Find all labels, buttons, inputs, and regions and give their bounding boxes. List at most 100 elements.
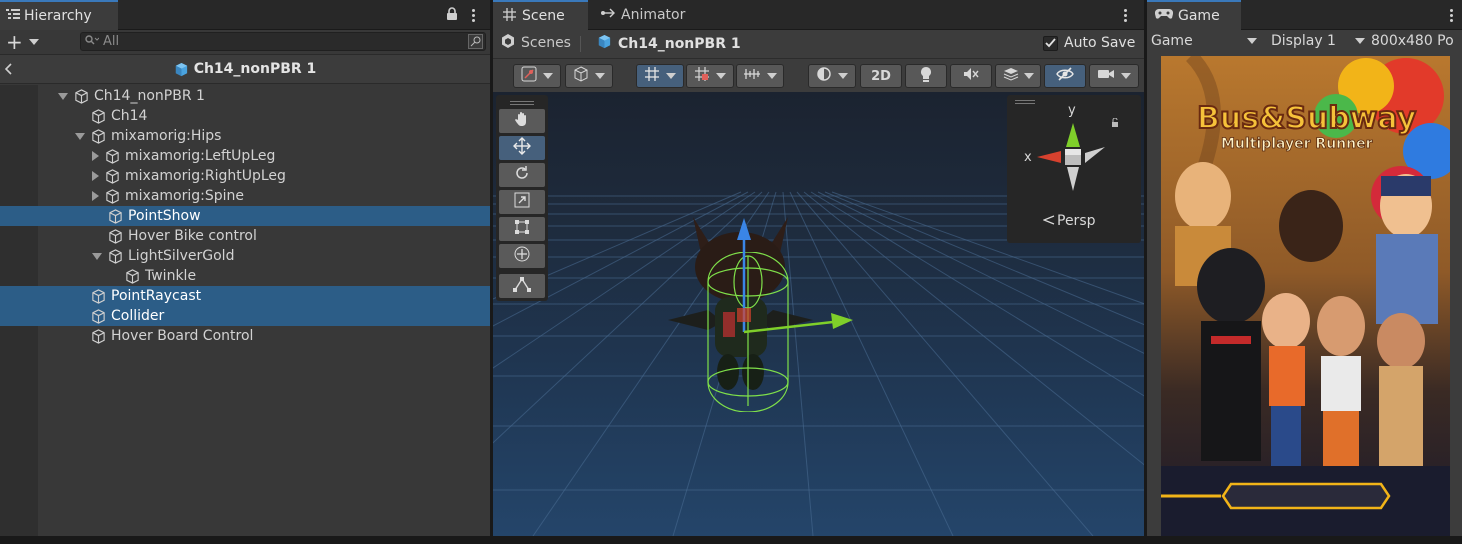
hierarchy-panel: Hierarchy + All Ch14_nonPBR 1 Ch14_nonPB… <box>0 0 490 536</box>
chevron-down-icon <box>1247 38 1257 44</box>
chevron-down-icon <box>1121 73 1131 79</box>
auto-save-checkbox[interactable] <box>1043 35 1058 51</box>
game-tabbar: Game <box>1147 0 1462 30</box>
chevron-down-icon <box>838 73 848 79</box>
tab-game-label: Game <box>1178 8 1220 24</box>
breadcrumb-scenes-label: Scenes <box>521 35 571 51</box>
hand-tool-button[interactable] <box>499 109 545 133</box>
hierarchy-item[interactable]: Collider <box>0 306 490 326</box>
toggle-2d-button[interactable]: 2D <box>860 64 902 88</box>
tab-scene[interactable]: Scene <box>493 0 588 30</box>
ruler-button[interactable] <box>736 64 784 88</box>
grid-snap-button[interactable] <box>636 64 684 88</box>
plus-icon: + <box>6 30 23 54</box>
render-mode-button[interactable] <box>565 64 613 88</box>
bulb-icon <box>919 66 933 86</box>
back-chevron-icon[interactable] <box>4 63 13 79</box>
lock-icon[interactable] <box>446 7 458 25</box>
more-options-icon[interactable] <box>1449 9 1453 22</box>
move-tool-button[interactable] <box>499 136 545 160</box>
hierarchy-item[interactable]: Hover Board Control <box>0 326 490 346</box>
prefab-breadcrumb: Ch14_nonPBR 1 <box>0 54 490 84</box>
search-by-type-icon[interactable] <box>468 34 483 53</box>
draw-mode-button[interactable] <box>513 64 561 88</box>
camera-button[interactable] <box>1089 64 1139 88</box>
hierarchy-tabbar: Hierarchy <box>0 0 490 30</box>
display-select[interactable]: Display 1 <box>1271 33 1365 49</box>
eye-slash-icon <box>1056 67 1074 85</box>
expand-arrow-icon[interactable] <box>92 191 99 201</box>
breadcrumb-prefab-label: Ch14_nonPBR 1 <box>618 35 741 52</box>
hierarchy-item[interactable]: PointRaycast <box>0 286 490 306</box>
hierarchy-item-label: PointRaycast <box>111 288 202 304</box>
hierarchy-item[interactable]: mixamorig:Spine <box>0 186 490 206</box>
hierarchy-item[interactable]: Ch14_nonPBR 1 <box>0 86 490 106</box>
light-toggle-button[interactable] <box>905 64 947 88</box>
hierarchy-item[interactable]: mixamorig:Hips <box>0 126 490 146</box>
transform-tool-button[interactable] <box>499 244 545 268</box>
game-subtitle: Multiplayer Runner <box>1221 136 1373 152</box>
tab-hierarchy[interactable]: Hierarchy <box>0 0 118 30</box>
gamepad-icon <box>1154 8 1174 24</box>
game-title: Bus&Subway <box>1197 101 1417 136</box>
hierarchy-item[interactable]: mixamorig:RightUpLeg <box>0 166 490 186</box>
gameobject-cube-icon <box>91 288 106 304</box>
shaded-cube-icon <box>573 66 589 86</box>
gizmo-axes <box>1037 123 1105 191</box>
scene-panel: Scene Animator Scenes Ch14_nonPBR 1 Auto… <box>493 0 1144 536</box>
hierarchy-item[interactable]: Hover Bike control <box>0 226 490 246</box>
sphere-icon <box>816 66 832 86</box>
snap-increment-button[interactable] <box>686 64 734 88</box>
hierarchy-item-label: Ch14_nonPBR 1 <box>94 88 205 104</box>
game-mode-select[interactable]: Game <box>1151 33 1257 49</box>
collapse-arrow-icon[interactable] <box>75 132 85 140</box>
move-gizmo[interactable] <box>713 212 863 342</box>
game-view[interactable]: Bus&Subway Multiplayer Runner <box>1161 56 1450 536</box>
effects-button[interactable] <box>995 64 1041 88</box>
hidden-objects-button[interactable] <box>1044 64 1086 88</box>
hierarchy-item[interactable]: Ch14 <box>0 106 490 126</box>
expand-arrow-icon[interactable] <box>92 171 99 181</box>
audio-toggle-button[interactable] <box>950 64 992 88</box>
rotate-tool-button[interactable] <box>499 163 545 187</box>
collapse-arrow-icon[interactable] <box>92 252 102 260</box>
hierarchy-item[interactable]: Twinkle <box>0 266 490 286</box>
custom-tool-button[interactable] <box>499 274 545 298</box>
animator-icon <box>601 7 615 23</box>
gameobject-cube-icon <box>91 308 106 324</box>
scale-tool-button[interactable] <box>499 190 545 214</box>
hierarchy-item[interactable]: mixamorig:LeftUpLeg <box>0 146 490 166</box>
auto-save-toggle[interactable]: Auto Save <box>1043 35 1135 51</box>
chevron-down-icon <box>595 73 605 79</box>
more-options-icon[interactable] <box>1123 9 1127 22</box>
collapse-arrow-icon[interactable] <box>58 92 68 100</box>
scene-viewport[interactable]: y x Persp <box>493 92 1144 536</box>
search-input[interactable]: All <box>80 32 486 51</box>
hierarchy-toolbar: + All <box>0 30 490 54</box>
projection-toggle[interactable]: Persp <box>1042 213 1096 229</box>
more-options-icon[interactable] <box>471 9 475 22</box>
custom-tool-icon <box>513 276 531 296</box>
breadcrumb-title: Ch14_nonPBR 1 <box>193 61 317 77</box>
resolution-value: 800x480 Po <box>1371 33 1454 49</box>
hierarchy-item-label: Collider <box>111 308 165 324</box>
chevron-down-icon <box>1355 38 1365 44</box>
orientation-gizmo[interactable]: y x Persp <box>1007 95 1141 243</box>
hierarchy-item[interactable]: PointShow <box>0 206 490 226</box>
lighting-button[interactable] <box>808 64 856 88</box>
game-panel: Game Game Display 1 800x480 Po Bus&Subwa… <box>1147 0 1462 536</box>
tab-animator[interactable]: Animator <box>591 0 695 30</box>
unity-logo-icon <box>501 34 515 52</box>
breadcrumb-scenes[interactable]: Scenes <box>501 34 571 52</box>
add-button[interactable]: + <box>6 32 39 52</box>
tab-game[interactable]: Game <box>1147 0 1241 30</box>
rect-tool-button[interactable] <box>499 217 545 241</box>
resolution-select[interactable]: 800x480 Po <box>1371 33 1462 49</box>
expand-arrow-icon[interactable] <box>92 151 99 161</box>
chevron-down-icon <box>28 39 39 45</box>
hierarchy-item[interactable]: LightSilverGold <box>0 246 490 266</box>
gameobject-cube-icon <box>91 108 106 124</box>
rect-transform-icon <box>514 219 530 239</box>
perspective-icon <box>1042 213 1055 229</box>
breadcrumb-prefab[interactable]: Ch14_nonPBR 1 <box>597 34 741 53</box>
